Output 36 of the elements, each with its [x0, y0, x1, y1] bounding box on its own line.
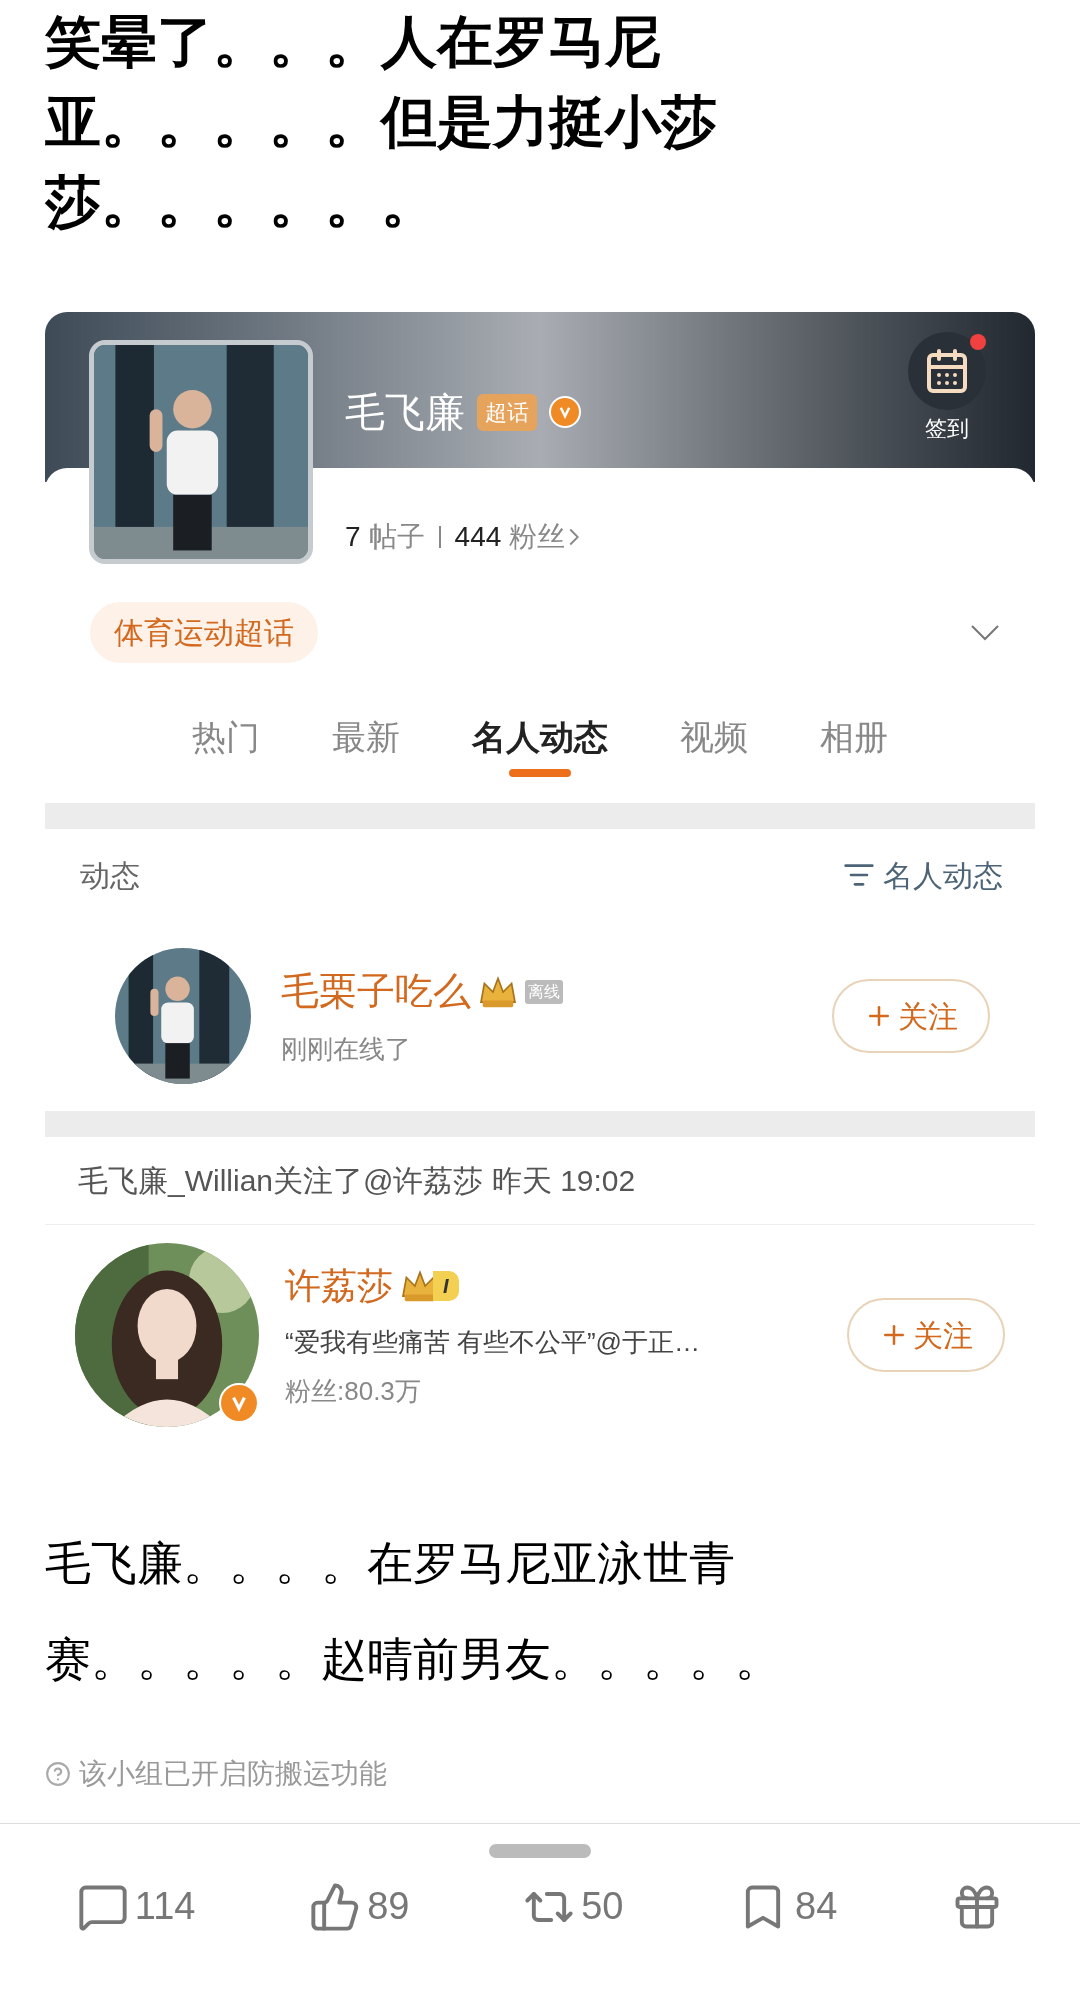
- body-text: 毛飞廉。。。。在罗马尼亚泳世青: [45, 1536, 736, 1591]
- fans-count: 粉丝:80.3万: [285, 1375, 422, 1408]
- tab[interactable]: 最新: [332, 713, 400, 761]
- follow-button[interactable]: 关注: [847, 1298, 1005, 1372]
- headline-text: 笑晕了。。。人在罗马尼: [45, 9, 662, 75]
- category-tag[interactable]: 体育运动超话: [90, 602, 318, 663]
- user-name: 许荔莎: [285, 1264, 393, 1308]
- topic-title: 毛飞廉: [345, 389, 465, 436]
- tab[interactable]: 相册: [820, 713, 888, 761]
- body-text: 赛。。。。。赵晴前男友。。。。。: [45, 1632, 782, 1687]
- repost-button[interactable]: 50: [523, 1878, 624, 1935]
- follow-button[interactable]: 关注: [832, 979, 990, 1053]
- headline-text: 莎。。。。。。: [45, 169, 438, 235]
- tab[interactable]: 视频: [680, 713, 748, 761]
- section-title: 动态: [80, 857, 140, 894]
- like-button[interactable]: 89: [309, 1878, 410, 1935]
- notice-text: 该小组已开启防搬运功能: [79, 1757, 387, 1791]
- crown-icon: [477, 974, 519, 1009]
- online-status-text: 刚刚在线了: [281, 1033, 412, 1066]
- user-name: 毛栗子吃么: [281, 969, 471, 1014]
- chevron-down-icon: [971, 624, 999, 641]
- filter-button[interactable]: 名人动态: [843, 852, 1003, 898]
- tab[interactable]: 名人动态: [472, 713, 608, 761]
- tab[interactable]: 热门: [192, 713, 260, 761]
- drag-handle[interactable]: [489, 1844, 591, 1858]
- super-topic-tag: 超话: [477, 393, 537, 431]
- headline-text: 亚。。。。。但是力挺小莎: [45, 89, 718, 155]
- help-icon: [45, 1761, 71, 1787]
- comment-button[interactable]: 114: [76, 1878, 196, 1935]
- stats-link[interactable]: 7 帖子 444 粉丝: [345, 516, 580, 558]
- bookmark-button[interactable]: 84: [737, 1878, 838, 1935]
- chevron-right-icon: [569, 528, 580, 546]
- level-badge: I: [399, 1269, 459, 1303]
- offline-tag: 离线: [525, 979, 563, 1004]
- activity-text: 毛飞廉_Willian关注了@许荔莎 昨天 19:02: [78, 1163, 636, 1199]
- user-bio: “爱我有些痛苦 有些不公平”@于正…: [285, 1326, 701, 1359]
